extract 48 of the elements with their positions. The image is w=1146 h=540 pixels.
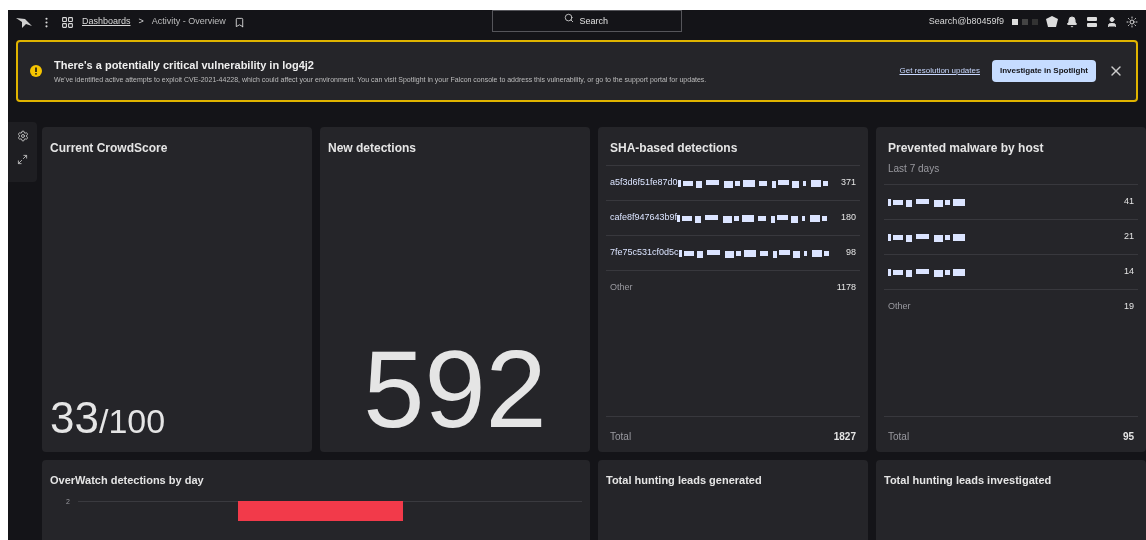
detections-count: 592 (363, 334, 547, 444)
total-value: 1827 (833, 430, 856, 444)
card-title: SHA-based detections (609, 140, 739, 157)
shield-icon[interactable] (1046, 16, 1058, 28)
row-value: 19 (1124, 300, 1134, 314)
card-title: New detections (328, 140, 418, 157)
theme-icon[interactable] (1126, 16, 1138, 28)
card-title: Current CrowdScore (50, 140, 169, 157)
breadcrumb-link[interactable]: Dashboards (82, 15, 131, 29)
banner-title: There's a potentially critical vulnerability in log4j2 (54, 57, 315, 73)
user-label: Search@b80459f9 (928, 15, 1004, 29)
card-title: OverWatch detections by day (50, 473, 205, 488)
search-icon (563, 12, 574, 23)
total-label: Total (888, 430, 910, 444)
row-value: 21 (1124, 230, 1134, 244)
notifications-icon[interactable] (1066, 16, 1078, 28)
total-label: Total (610, 430, 632, 444)
resolution-updates-link[interactable]: Get resolution updates (899, 65, 980, 77)
card-title: Total hunting leads investigated (884, 473, 1053, 488)
crowdscore-value: 33/100 (50, 396, 167, 440)
bird-logo-icon[interactable] (16, 16, 32, 28)
row-value: 98 (846, 246, 856, 260)
row-value: 41 (1124, 195, 1134, 209)
row-value: 1178 (836, 281, 856, 295)
breadcrumb-separator: > (138, 15, 144, 29)
card-title: Total hunting leads generated (606, 473, 763, 488)
row-label: Other (610, 281, 633, 295)
settings-icon[interactable] (16, 130, 29, 142)
search-field[interactable]: Search (491, 9, 682, 32)
total-value: 95 (1122, 430, 1134, 444)
row-label: Other (888, 300, 911, 314)
bookmark-icon[interactable] (233, 16, 245, 28)
row-value: 180 (840, 211, 856, 225)
row-value: 371 (840, 176, 856, 190)
row-label: 7fe75c531cf0d5c (610, 246, 679, 260)
investigate-button[interactable]: Investigate in Spotlight (992, 60, 1096, 82)
warning-icon (30, 65, 42, 77)
row-value: 14 (1124, 265, 1134, 279)
card-title: Prevented malware by host (887, 140, 1045, 157)
expand-icon[interactable] (17, 154, 28, 165)
breadcrumb-current: Activity - Overview (151, 15, 226, 29)
row-label: cafe8f947643b9f (610, 211, 678, 225)
row-label: a5f3d6f51fe87d0 (610, 176, 678, 190)
card-subtitle: Last 7 days (887, 162, 941, 176)
layers-icon[interactable] (1086, 16, 1098, 28)
user-icon[interactable] (1106, 16, 1118, 28)
dashboard-icon[interactable] (61, 15, 74, 29)
status-squares-icon (1012, 19, 1038, 25)
